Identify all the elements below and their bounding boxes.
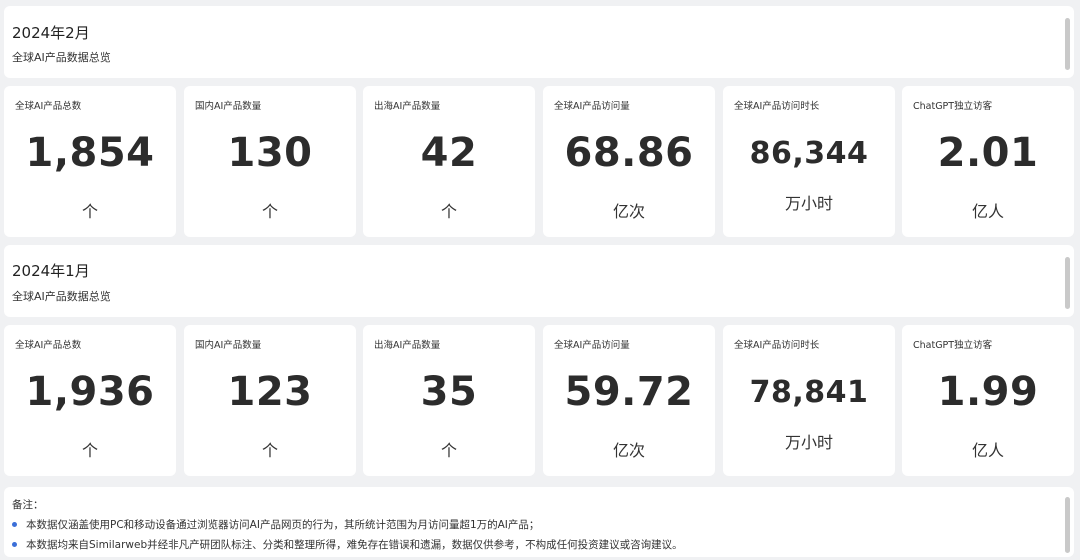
section-title: 2024年2月 [12, 24, 90, 42]
section-title: 2024年1月 [12, 262, 90, 280]
section-header-jan: 2024年1月 全球AI产品数据总览 [4, 245, 1074, 317]
card-value: 123 [227, 369, 313, 415]
card-value: 86,344 [749, 136, 869, 171]
stat-card-overseas-products: 出海AI产品数量 42 个 [363, 86, 535, 237]
stat-card-visits: 全球AI产品访问量 68.86 亿次 [543, 86, 715, 237]
card-value: 59.72 [564, 369, 694, 415]
card-label: 国内AI产品数量 [195, 101, 262, 112]
stat-card-visit-duration: 全球AI产品访问时长 78,841 万小时 [723, 325, 895, 476]
card-unit: 个 [81, 202, 98, 221]
card-unit: 个 [261, 441, 278, 460]
stat-card-domestic-products: 国内AI产品数量 130 个 [184, 86, 356, 237]
card-value: 2.01 [937, 130, 1039, 176]
card-label: 全球AI产品访问量 [554, 340, 630, 351]
card-value: 78,841 [749, 375, 869, 410]
stat-card-overseas-products: 出海AI产品数量 35 个 [363, 325, 535, 476]
stat-card-total-products: 全球AI产品总数 1,854 个 [4, 86, 176, 237]
card-value: 35 [420, 369, 478, 415]
card-value: 1.99 [937, 369, 1039, 415]
card-value: 130 [227, 130, 313, 176]
stat-card-chatgpt-visitors: ChatGPT独立访客 2.01 亿人 [902, 86, 1074, 237]
card-value: 1,854 [25, 130, 155, 176]
stat-card-chatgpt-visitors: ChatGPT独立访客 1.99 亿人 [902, 325, 1074, 476]
card-unit: 个 [440, 202, 457, 221]
note-item: 本数据仅涵盖使用PC和移动设备通过浏览器访问AI产品网页的行为，其所统计范围为月… [12, 517, 539, 532]
section-header-feb: 2024年2月 全球AI产品数据总览 [4, 6, 1074, 78]
card-label: 出海AI产品数量 [374, 101, 441, 112]
card-label: 全球AI产品访问时长 [734, 340, 820, 351]
card-label: 全球AI产品总数 [15, 101, 82, 112]
card-unit: 亿人 [971, 441, 1004, 460]
card-label: ChatGPT独立访客 [913, 340, 993, 351]
stat-card-domestic-products: 国内AI产品数量 123 个 [184, 325, 356, 476]
scrollbar-thumb[interactable] [1065, 257, 1070, 309]
card-label: ChatGPT独立访客 [913, 101, 993, 112]
notes-panel: 备注： 本数据仅涵盖使用PC和移动设备通过浏览器访问AI产品网页的行为，其所统计… [4, 487, 1074, 557]
card-unit: 亿人 [971, 202, 1004, 221]
bullet-icon [12, 521, 17, 527]
scrollbar-thumb[interactable] [1065, 18, 1070, 70]
stat-card-visit-duration: 全球AI产品访问时长 86,344 万小时 [723, 86, 895, 237]
card-value: 1,936 [25, 369, 155, 415]
card-unit: 个 [81, 441, 98, 460]
scrollbar-thumb[interactable] [1065, 497, 1070, 553]
card-label: 全球AI产品总数 [15, 340, 82, 351]
card-label: 国内AI产品数量 [195, 340, 262, 351]
notes-heading: 备注： [12, 499, 44, 511]
card-unit: 万小时 [784, 433, 833, 452]
card-label: 出海AI产品数量 [374, 340, 441, 351]
card-unit: 万小时 [784, 194, 833, 213]
section-subtitle: 全球AI产品数据总览 [12, 290, 111, 303]
bullet-icon [12, 541, 17, 547]
card-label: 全球AI产品访问量 [554, 101, 630, 112]
card-unit: 亿次 [612, 441, 645, 460]
card-unit: 个 [261, 202, 278, 221]
card-label: 全球AI产品访问时长 [734, 101, 820, 112]
section-subtitle: 全球AI产品数据总览 [12, 51, 111, 64]
note-text: 本数据均来自Similarweb并经非凡产研团队标注、分类和整理所得，难免存在错… [26, 539, 683, 551]
card-unit: 个 [440, 441, 457, 460]
stat-card-total-products: 全球AI产品总数 1,936 个 [4, 325, 176, 476]
card-value: 42 [420, 130, 478, 176]
card-unit: 亿次 [612, 202, 645, 221]
card-value: 68.86 [564, 130, 694, 176]
note-item: 本数据均来自Similarweb并经非凡产研团队标注、分类和整理所得，难免存在错… [12, 537, 683, 552]
stat-card-visits: 全球AI产品访问量 59.72 亿次 [543, 325, 715, 476]
note-text: 本数据仅涵盖使用PC和移动设备通过浏览器访问AI产品网页的行为，其所统计范围为月… [26, 519, 540, 531]
